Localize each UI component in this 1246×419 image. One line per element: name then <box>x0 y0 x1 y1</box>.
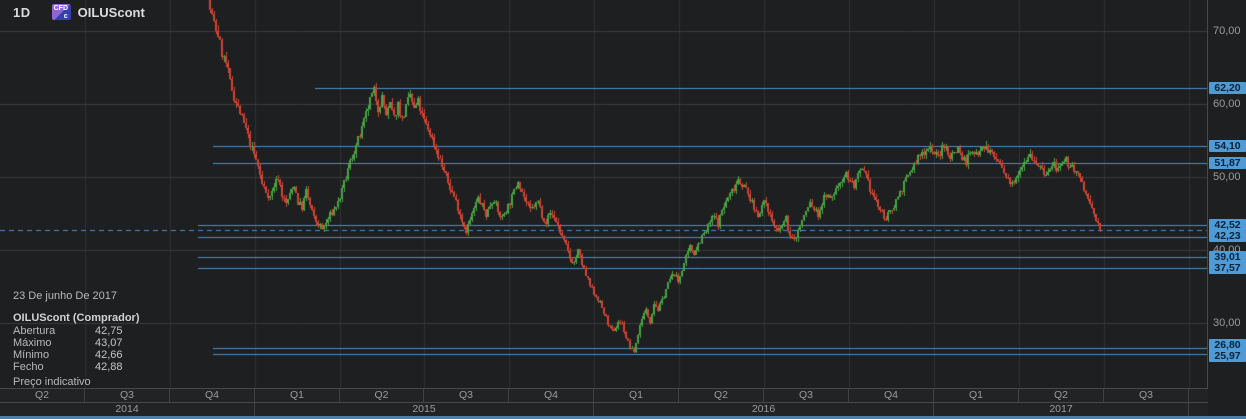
ohlc-row: Máximo 43,07 <box>13 337 173 349</box>
quarter-cell: Q4 <box>849 389 934 402</box>
indicative-price-note: Preço indicativo <box>13 376 91 388</box>
year-cell: 2014 <box>0 403 255 416</box>
quarter-cell: Q2 <box>679 389 764 402</box>
trading-chart-window: 1D CFD c OILUScont 23 De junho De 2017 O… <box>0 0 1246 419</box>
quarter-cell: Q2 <box>340 389 424 402</box>
ohlc-row: Fecho 42,88 <box>13 361 173 373</box>
quarter-cell: Q4 <box>509 389 594 402</box>
quarter-cell: Q3 <box>764 389 849 402</box>
quarter-cell: Q4 <box>170 389 255 402</box>
ohlc-value: 42,75 <box>95 325 123 337</box>
ohlc-value: 43,07 <box>95 337 123 349</box>
ohlc-row: Mínimo 42,66 <box>13 349 173 361</box>
cfd-badge-subtext: c <box>63 13 68 20</box>
price-level-tag: 51,87 <box>1209 157 1246 169</box>
quarter-cell: Q1 <box>594 389 679 402</box>
price-tick: 50,00 <box>1213 170 1241 183</box>
cfd-instrument-icon: CFD c <box>51 4 71 20</box>
quarter-cell: Q1 <box>255 389 340 402</box>
price-level-tag: 37,57 <box>1209 262 1246 274</box>
ohlc-row: Abertura 42,75 <box>13 325 173 337</box>
price-level-tag: 62,20 <box>1209 82 1246 94</box>
ohlc-label: Mínimo <box>13 349 50 361</box>
ohlc-rows: Abertura 42,75 Máximo 43,07 Mínimo 42,66 Fecho… <box>13 325 173 373</box>
axis-corner <box>1208 388 1246 416</box>
quarter-cell: Q2 <box>0 389 85 402</box>
price-tick: 60,00 <box>1213 97 1241 110</box>
price-level-tag: 42,23 <box>1209 230 1246 242</box>
time-axis-years[interactable]: 2014 2015 2016 2017 <box>0 402 1208 416</box>
cfd-badge-text: CFD <box>53 5 69 12</box>
quarter-cell: Q2 <box>1019 389 1104 402</box>
price-tick: 30,00 <box>1213 316 1241 329</box>
ohlc-label: Fecho <box>13 361 44 373</box>
ohlc-value: 42,88 <box>95 361 123 373</box>
timeframe-label[interactable]: 1D <box>13 5 31 20</box>
quarter-cell: Q1 <box>934 389 1019 402</box>
ohlc-value: 42,66 <box>95 349 123 361</box>
ohlc-label: Abertura <box>13 325 56 337</box>
quarter-cell: Q3 <box>85 389 170 402</box>
hover-date: 23 De junho De 2017 <box>13 290 117 302</box>
chart-header: 1D CFD c OILUScont <box>13 4 145 20</box>
year-cell: 2017 <box>934 403 1189 416</box>
year-cell: 2015 <box>255 403 594 416</box>
price-chart-canvas[interactable] <box>0 0 1207 388</box>
price-level-tag: 25,97 <box>1209 350 1246 362</box>
quarter-cell: Q3 <box>424 389 509 402</box>
price-level-tag: 54,10 <box>1209 140 1246 152</box>
time-axis-quarters[interactable]: Q2 Q3 Q4 Q1 Q2 Q3 Q4 Q1 Q2 Q3 Q4 Q1 Q2 Q3 <box>0 388 1208 402</box>
instrument-title: OILUScont (Comprador) <box>13 312 140 324</box>
price-tick: 70,00 <box>1213 25 1241 37</box>
ohlc-label: Máximo <box>13 337 52 349</box>
year-cell: 2016 <box>594 403 934 416</box>
price-axis[interactable]: 70,00 60,00 50,00 40,00 30,00 62,20 54,10 51,87… <box>1207 0 1246 388</box>
symbol-name: OILUScont <box>77 4 145 20</box>
quarter-cell: Q3 <box>1104 389 1189 402</box>
